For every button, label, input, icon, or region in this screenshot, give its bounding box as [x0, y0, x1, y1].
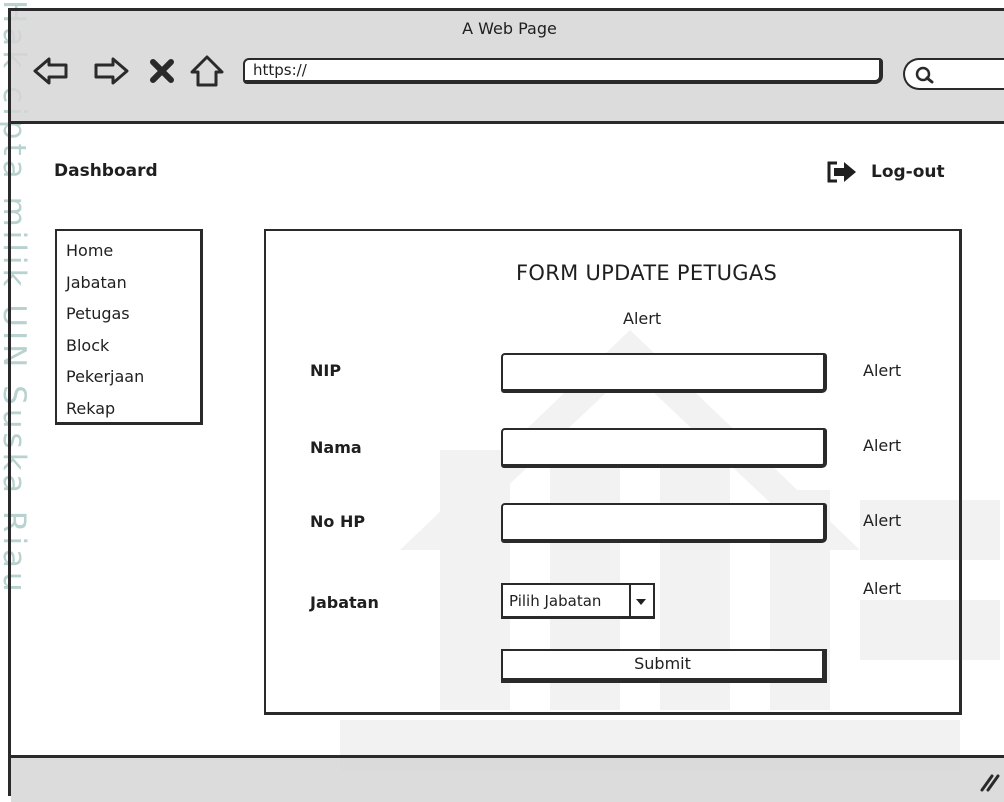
browser-search-box[interactable] — [903, 58, 1004, 90]
logout-icon — [827, 161, 856, 183]
nama-label: Nama — [310, 438, 362, 457]
sidebar-item-petugas[interactable]: Petugas — [66, 298, 200, 330]
update-petugas-form: FORM UPDATE PETUGAS Alert NIP Alert Nama… — [264, 229, 962, 715]
jabatan-alert: Alert — [863, 579, 902, 598]
logout-button[interactable]: Log-out — [825, 159, 945, 185]
nip-input[interactable] — [501, 353, 827, 393]
jabatan-select-value: Pilih Jabatan — [509, 591, 602, 610]
submit-button[interactable]: Submit — [501, 649, 827, 683]
back-arrow-icon[interactable] — [31, 53, 71, 89]
nama-input[interactable] — [501, 428, 827, 468]
no-hp-input[interactable] — [501, 503, 827, 543]
sidebar-item-home[interactable]: Home — [66, 235, 200, 267]
home-icon[interactable] — [187, 53, 227, 89]
sidebar-item-rekap[interactable]: Rekap — [66, 393, 200, 425]
url-bar[interactable]: https:// — [243, 58, 883, 84]
nip-alert: Alert — [863, 361, 902, 380]
sidebar-item-pekerjaan[interactable]: Pekerjaan — [66, 361, 200, 393]
sidebar-menu: Home Jabatan Petugas Block Pekerjaan Rek… — [55, 229, 203, 425]
caret-down-icon — [636, 599, 646, 605]
resize-grip-icon[interactable] — [976, 772, 1000, 792]
sidebar-item-block[interactable]: Block — [66, 330, 200, 362]
dropdown-arrow[interactable] — [629, 585, 653, 616]
browser-window: A Web Page https:// Dashboard Log-out Ho… — [8, 8, 1004, 802]
form-alert: Alert — [623, 309, 662, 328]
search-icon — [915, 66, 934, 84]
jabatan-label: Jabatan — [310, 593, 379, 612]
no-hp-alert: Alert — [863, 511, 902, 530]
nip-label: NIP — [310, 361, 342, 380]
dashboard-title: Dashboard — [54, 161, 158, 181]
jabatan-select[interactable]: Pilih Jabatan — [501, 583, 655, 619]
form-title: FORM UPDATE PETUGAS — [516, 261, 778, 285]
close-x-icon[interactable] — [147, 53, 177, 89]
window-title: A Web Page — [462, 19, 557, 38]
nama-alert: Alert — [863, 436, 902, 455]
browser-statusbar — [11, 755, 1004, 802]
forward-arrow-icon[interactable] — [91, 53, 131, 89]
sidebar-item-jabatan[interactable]: Jabatan — [66, 267, 200, 299]
logout-label: Log-out — [871, 162, 945, 182]
no-hp-label: No HP — [310, 512, 366, 531]
browser-titlebar: A Web Page https:// — [11, 11, 1004, 124]
